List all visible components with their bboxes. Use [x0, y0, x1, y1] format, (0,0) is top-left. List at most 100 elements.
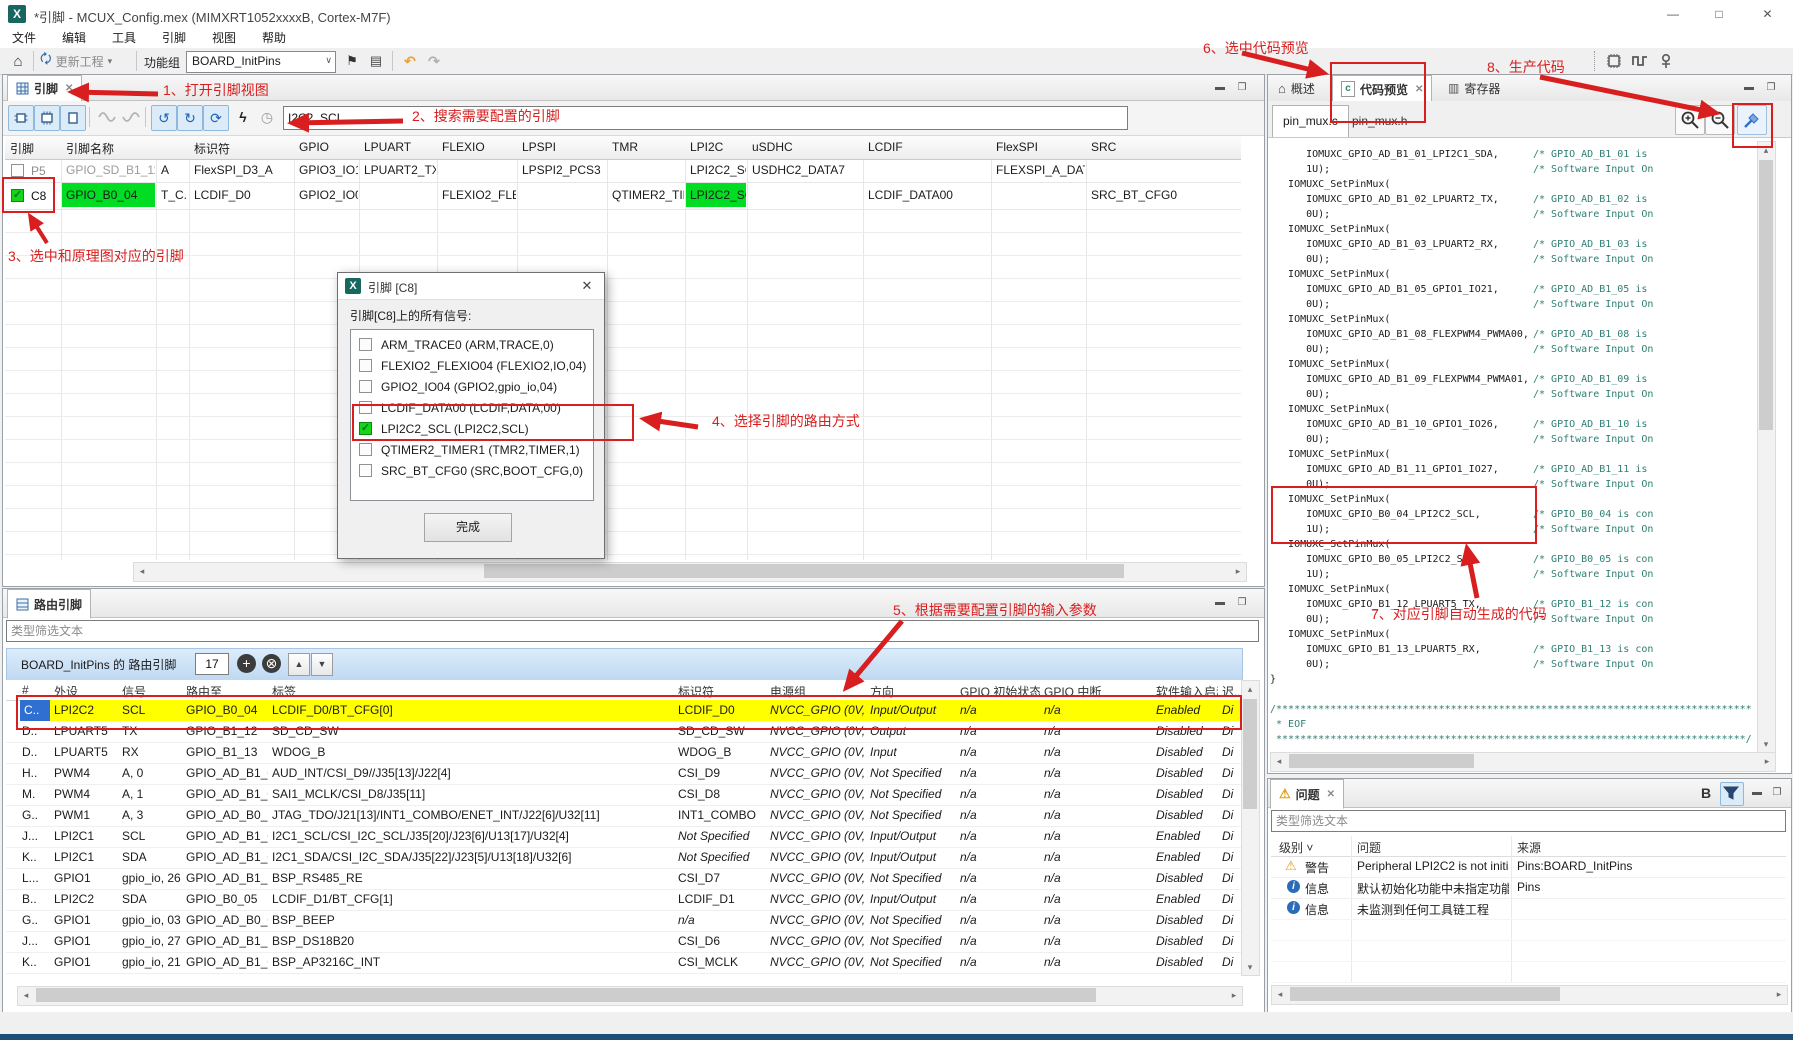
table-cell[interactable]: FlexSPI_D3_A: [190, 160, 293, 180]
table-cell[interactable]: NVCC_GPIO (0V,: [770, 850, 866, 864]
scroll-up-icon[interactable]: ▴: [1758, 142, 1774, 158]
table-cell[interactable]: Di: [1222, 703, 1239, 717]
table-cell[interactable]: n/a: [1044, 808, 1152, 822]
menu-item-4[interactable]: 视图: [206, 30, 242, 46]
update-project-button[interactable]: 🗘 更新工程 ▾: [40, 50, 112, 72]
peripherals-tool-button[interactable]: [1602, 49, 1626, 73]
table-cell[interactable]: WDOG_B: [272, 745, 674, 759]
table-cell[interactable]: FLEXIO2_FLEXI...: [438, 183, 516, 207]
column-header[interactable]: SRC: [1091, 140, 1238, 154]
flag-button[interactable]: ⚑: [340, 49, 364, 73]
table-cell[interactable]: n/a: [1044, 955, 1152, 969]
table-cell[interactable]: SD_CD_SW: [272, 724, 674, 738]
table-cell[interactable]: NVCC_GPIO (0V,: [770, 724, 866, 738]
maximize-view-icon[interactable]: ❐: [1233, 81, 1251, 95]
table-cell[interactable]: GPIO1: [54, 913, 118, 927]
table-cell[interactable]: Di: [1222, 808, 1239, 822]
table-row[interactable]: B..LPI2C2SDAGPIO_B0_05LCDIF_D1/BT_CFG[1]…: [6, 889, 1241, 911]
table-cell[interactable]: I2C1_SCL/CSI_I2C_SCL/J35[20]/J23[6]/U13[…: [272, 829, 674, 843]
routed-h-scrollbar[interactable]: ◂ ▸: [17, 986, 1243, 1006]
package-top-button[interactable]: [34, 105, 60, 131]
column-header[interactable]: 引脚: [10, 140, 58, 157]
table-cell[interactable]: Di: [1222, 829, 1239, 843]
table-cell[interactable]: RX: [122, 745, 182, 759]
signal-checkbox[interactable]: [359, 359, 372, 372]
signal-checkbox[interactable]: [359, 380, 372, 393]
table-cell[interactable]: n/a: [960, 724, 1040, 738]
table-cell[interactable]: INT1_COMBO: [678, 808, 766, 822]
rotate-reset-button[interactable]: ↻: [177, 105, 203, 131]
table-cell[interactable]: gpio_io, 03: [122, 913, 182, 927]
close-icon[interactable]: ✕: [65, 83, 73, 94]
scroll-right-icon[interactable]: ▸: [1230, 563, 1246, 579]
column-header[interactable]: LPSPI: [522, 140, 604, 154]
table-row[interactable]: J...LPI2C1SCLGPIO_AD_B1_00I2C1_SCL/CSI_I…: [6, 826, 1241, 848]
table-cell[interactable]: GPIO3_IO11: [295, 160, 358, 180]
scroll-down-icon[interactable]: ▾: [1758, 736, 1774, 752]
table-cell[interactable]: GPIO_AD_B0_03: [186, 913, 268, 927]
tab-problems[interactable]: ⚠ 问题 ✕: [1270, 779, 1344, 809]
minimize-view-icon[interactable]: ▬: [1748, 786, 1766, 800]
table-cell[interactable]: Disabled: [1156, 724, 1218, 738]
table-cell[interactable]: L...: [22, 871, 50, 885]
table-cell[interactable]: M.: [22, 787, 50, 801]
table-cell[interactable]: SCL: [122, 703, 182, 717]
maximize-view-icon[interactable]: ❐: [1768, 786, 1786, 800]
table-cell[interactable]: CSI_D6: [678, 934, 766, 948]
table-cell[interactable]: n/a: [960, 850, 1040, 864]
column-header[interactable]: 级别 ˅: [1279, 839, 1313, 856]
table-cell[interactable]: NVCC_GPIO (0V,: [770, 745, 866, 759]
table-cell[interactable]: LCDIF_D1/BT_CFG[1]: [272, 892, 674, 906]
column-header[interactable]: 信号: [122, 683, 182, 700]
table-cell[interactable]: gpio_io, 26: [122, 871, 182, 885]
table-row[interactable]: ✓C8GPIO_B0_04T_C...LCDIF_D0GPIO2_IO04FLE…: [5, 182, 1241, 210]
scroll-right-icon[interactable]: ▸: [1759, 753, 1775, 769]
problem-row[interactable]: i信息默认初始化功能中未指定功能组，...Pins: [1271, 877, 1786, 899]
column-header[interactable]: 路由至: [186, 683, 268, 700]
column-header[interactable]: 标识符: [194, 140, 291, 157]
column-header[interactable]: TMR: [612, 140, 682, 154]
table-cell[interactable]: GPIO_B1_13: [186, 745, 268, 759]
signal-checkbox[interactable]: ✓: [359, 422, 372, 435]
pins-tool-button[interactable]: [1654, 49, 1678, 73]
table-cell[interactable]: LCDIF_D0: [190, 183, 293, 207]
table-cell[interactable]: n/a: [1044, 871, 1152, 885]
table-cell[interactable]: Disabled: [1156, 766, 1218, 780]
table-cell[interactable]: GPIO_B0_04: [62, 183, 155, 207]
column-header[interactable]: 来源: [1517, 839, 1541, 856]
table-cell[interactable]: Di: [1222, 850, 1239, 864]
table-cell[interactable]: Not Specified: [870, 787, 956, 801]
table-cell[interactable]: GPIO_AD_B1_10: [186, 871, 268, 885]
table-cell[interactable]: Disabled: [1156, 955, 1218, 969]
code-area[interactable]: IOMUXC_GPIO_AD_B1_01_LPI2C1_SDA,/* GPIO_…: [1270, 141, 1757, 751]
zoom-out-button[interactable]: [1705, 105, 1735, 135]
log-button[interactable]: ▤: [364, 49, 388, 73]
table-cell[interactable]: GPIO_SD_B1_11: [62, 160, 155, 180]
conflicts-button[interactable]: ϟ: [231, 105, 255, 129]
table-cell[interactable]: GPIO_AD_B1_09: [186, 787, 268, 801]
minimize-button[interactable]: —: [1650, 0, 1696, 28]
table-cell[interactable]: GPIO1: [54, 871, 118, 885]
table-cell[interactable]: SDA: [122, 850, 182, 864]
column-header[interactable]: 电源组: [770, 683, 866, 700]
table-cell[interactable]: n/a: [1044, 787, 1152, 801]
done-button[interactable]: 完成: [424, 513, 512, 542]
pins-search-input[interactable]: [283, 106, 1128, 130]
table-cell[interactable]: Di: [1222, 913, 1239, 927]
table-cell[interactable]: n/a: [1044, 745, 1152, 759]
table-row[interactable]: K..GPIO1gpio_io, 21GPIO_AD_B1_05BSP_AP32…: [6, 952, 1241, 974]
table-cell[interactable]: A, 3: [122, 808, 182, 822]
table-row[interactable]: K..LPI2C1SDAGPIO_AD_B1_01I2C1_SDA/CSI_I2…: [6, 847, 1241, 869]
table-cell[interactable]: Disabled: [1156, 745, 1218, 759]
rotate-right-button[interactable]: ⟳: [203, 105, 229, 131]
column-header[interactable]: 方向: [870, 683, 956, 700]
table-cell[interactable]: NVCC_GPIO (0V,: [770, 808, 866, 822]
column-header[interactable]: uSDHC: [752, 140, 860, 154]
table-cell[interactable]: n/a: [960, 829, 1040, 843]
table-cell[interactable]: GPIO1: [54, 955, 118, 969]
table-cell[interactable]: Enabled: [1156, 703, 1218, 717]
scroll-left-icon[interactable]: ◂: [134, 563, 150, 579]
scroll-right-icon[interactable]: ▸: [1226, 987, 1242, 1003]
tab-routed-pins[interactable]: 路由引脚: [7, 589, 91, 619]
table-cell[interactable]: GPIO2_IO04: [295, 183, 358, 207]
